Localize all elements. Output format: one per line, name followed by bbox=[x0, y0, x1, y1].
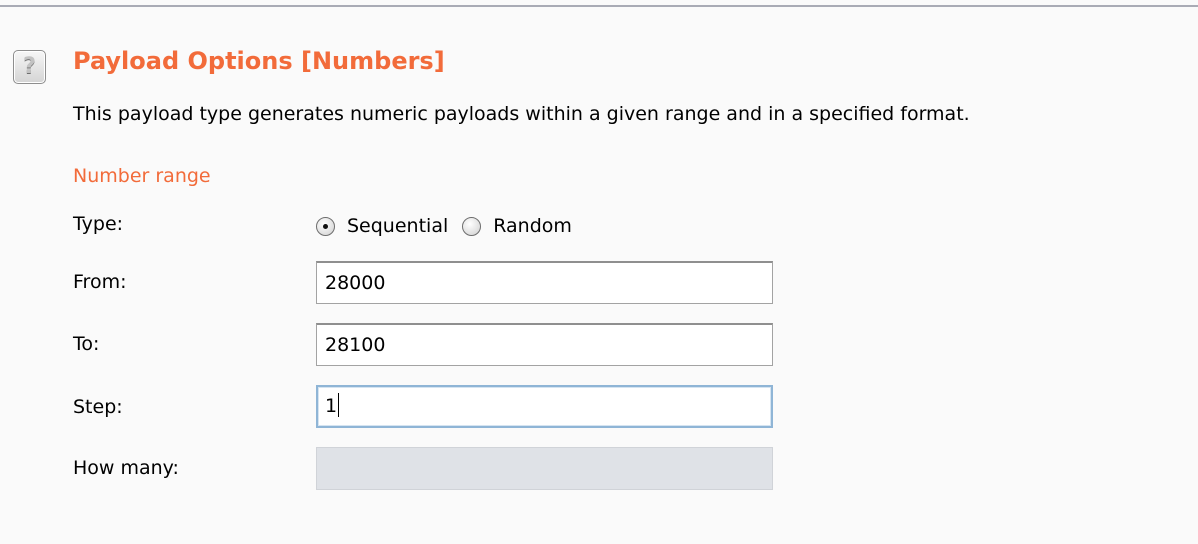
step-label: Step: bbox=[73, 396, 123, 418]
radio-label-random: Random bbox=[493, 215, 572, 237]
radio-option-random[interactable]: Random bbox=[462, 215, 572, 237]
radio-sequential[interactable] bbox=[316, 216, 335, 236]
from-label: From: bbox=[73, 271, 127, 293]
how-many-label: How many: bbox=[73, 457, 179, 479]
step-input[interactable]: 1 bbox=[316, 385, 773, 428]
from-input[interactable]: 28000 bbox=[316, 261, 773, 304]
to-input-value: 28100 bbox=[325, 334, 386, 356]
to-input[interactable]: 28100 bbox=[316, 323, 773, 366]
radio-option-sequential[interactable]: Sequential bbox=[316, 215, 448, 237]
top-divider bbox=[0, 5, 1198, 7]
to-label: To: bbox=[73, 333, 100, 355]
how-many-input bbox=[316, 447, 773, 490]
help-button[interactable]: ? bbox=[13, 50, 46, 84]
from-input-value: 28000 bbox=[325, 272, 386, 294]
step-input-value: 1 bbox=[325, 395, 338, 417]
help-icon: ? bbox=[23, 54, 36, 79]
radio-random[interactable] bbox=[462, 216, 482, 236]
panel-title: Payload Options [Numbers] bbox=[73, 47, 445, 75]
type-label: Type: bbox=[73, 213, 124, 235]
type-radio-group: Sequential Random bbox=[316, 212, 572, 240]
radio-label-sequential: Sequential bbox=[347, 215, 449, 237]
panel-description: This payload type generates numeric payl… bbox=[73, 103, 970, 125]
text-cursor bbox=[338, 393, 340, 417]
section-title-number-range: Number range bbox=[73, 165, 211, 187]
